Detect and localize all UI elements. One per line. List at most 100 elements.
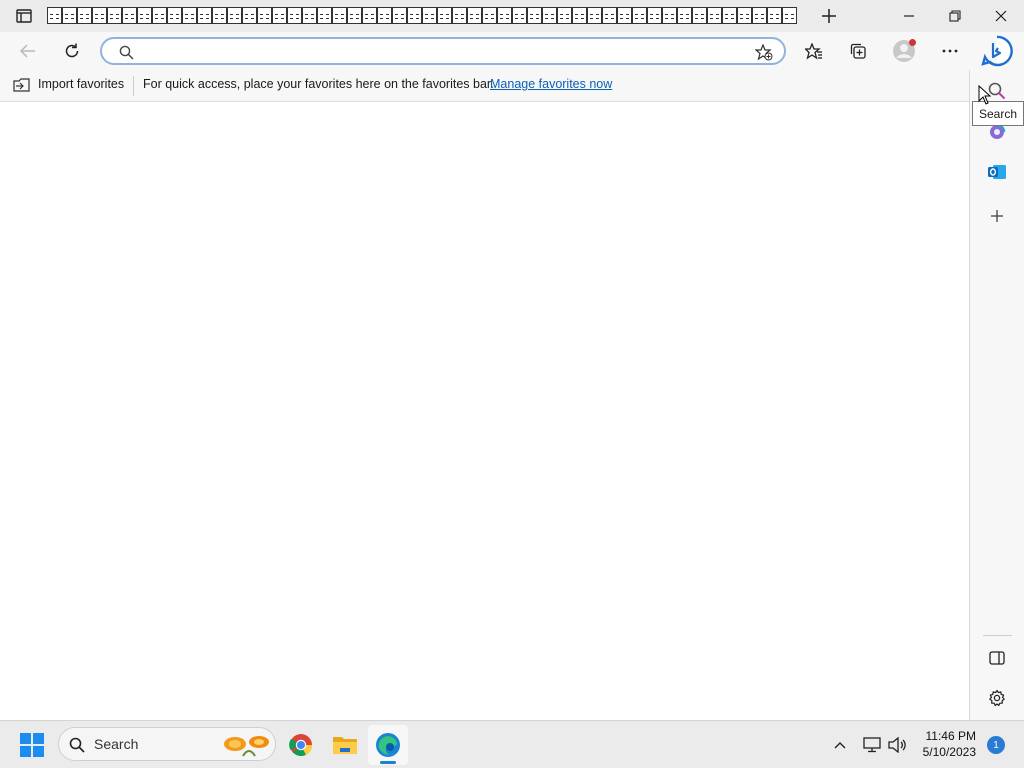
sidebar-divider: [983, 635, 1012, 636]
browser-tab[interactable]: [587, 7, 602, 24]
collections-icon[interactable]: [846, 39, 870, 63]
browser-tab[interactable]: [182, 7, 197, 24]
settings-icon[interactable]: [984, 685, 1010, 711]
edge-sidebar: [969, 70, 1024, 720]
browser-tab[interactable]: [152, 7, 167, 24]
file-explorer-icon[interactable]: [331, 731, 359, 759]
browser-tab[interactable]: [107, 7, 122, 24]
browser-tab[interactable]: [257, 7, 272, 24]
browser-tab[interactable]: [662, 7, 677, 24]
volume-icon[interactable]: [886, 735, 908, 755]
import-favorites-button[interactable]: Import favorites: [38, 77, 124, 91]
browser-tab[interactable]: [407, 7, 422, 24]
browser-tab[interactable]: [197, 7, 212, 24]
browser-tab[interactable]: [527, 7, 542, 24]
title-bar: [0, 0, 1024, 32]
profile-icon[interactable]: [890, 37, 918, 65]
browser-tab[interactable]: [287, 7, 302, 24]
minimize-icon[interactable]: [896, 4, 922, 28]
browser-tab[interactable]: [122, 7, 137, 24]
browser-tab[interactable]: [242, 7, 257, 24]
browser-tab[interactable]: [227, 7, 242, 24]
browser-tab[interactable]: [512, 7, 527, 24]
search-icon: [116, 42, 136, 62]
edge-icon: [374, 731, 402, 759]
browser-tab[interactable]: [737, 7, 752, 24]
add-icon[interactable]: [984, 203, 1010, 229]
favorites-icon[interactable]: [802, 39, 826, 63]
add-favorite-icon[interactable]: [752, 41, 776, 63]
browser-tab[interactable]: [707, 7, 722, 24]
browser-tab[interactable]: [302, 7, 317, 24]
browser-tab[interactable]: [617, 7, 632, 24]
favorites-bar-message: For quick access, place your favorites h…: [143, 77, 494, 91]
browser-tab[interactable]: [392, 7, 407, 24]
browser-tab[interactable]: [137, 7, 152, 24]
back-icon[interactable]: [16, 39, 40, 63]
clock-date[interactable]: 5/10/2023: [912, 745, 976, 759]
taskbar: Search 11:46 PM 5/10/2023 1: [0, 720, 1024, 768]
browser-tab[interactable]: [47, 7, 62, 24]
browser-tab[interactable]: [92, 7, 107, 24]
tab-strip[interactable]: [47, 7, 799, 25]
browser-tab[interactable]: [467, 7, 482, 24]
favorites-bar: Import favorites For quick access, place…: [0, 70, 970, 102]
browser-tab[interactable]: [557, 7, 572, 24]
browser-tab[interactable]: [602, 7, 617, 24]
restore-icon[interactable]: [942, 4, 968, 28]
taskbar-search-icon: [68, 736, 86, 754]
browser-tab[interactable]: [317, 7, 332, 24]
search-highlight-icon: [219, 730, 275, 758]
browser-tab[interactable]: [752, 7, 767, 24]
taskbar-search[interactable]: Search: [58, 727, 276, 761]
browser-tab[interactable]: [167, 7, 182, 24]
browser-tab[interactable]: [497, 7, 512, 24]
bing-chat-icon[interactable]: [980, 34, 1014, 68]
network-icon[interactable]: [862, 735, 882, 755]
browser-tab[interactable]: [377, 7, 392, 24]
browser-tab[interactable]: [422, 7, 437, 24]
navigation-toolbar: [0, 32, 1024, 70]
browser-tab[interactable]: [362, 7, 377, 24]
edge-taskbar-button[interactable]: [368, 725, 408, 765]
browser-tab[interactable]: [677, 7, 692, 24]
browser-tab[interactable]: [647, 7, 662, 24]
chevron-up-icon[interactable]: [830, 735, 850, 755]
mouse-cursor-icon: [978, 84, 992, 105]
browser-tab[interactable]: [782, 7, 797, 24]
browser-tab[interactable]: [437, 7, 452, 24]
browser-tab[interactable]: [452, 7, 467, 24]
browser-tab[interactable]: [542, 7, 557, 24]
hide-sidebar-icon[interactable]: [984, 645, 1010, 671]
refresh-icon[interactable]: [60, 39, 84, 63]
browser-tab[interactable]: [332, 7, 347, 24]
browser-tab[interactable]: [767, 7, 782, 24]
favorites-divider: [133, 76, 134, 96]
tab-actions-icon[interactable]: [12, 6, 36, 26]
active-app-indicator: [380, 761, 396, 764]
import-favorites-icon: [12, 75, 32, 95]
windows-start-icon[interactable]: [18, 732, 46, 758]
notification-badge[interactable]: 1: [987, 736, 1005, 754]
clock-time[interactable]: 11:46 PM: [912, 729, 976, 743]
browser-tab[interactable]: [572, 7, 587, 24]
address-input[interactable]: [142, 42, 742, 60]
manage-favorites-link[interactable]: Manage favorites now: [490, 77, 612, 91]
browser-tab[interactable]: [62, 7, 77, 24]
browser-tab[interactable]: [347, 7, 362, 24]
chrome-icon[interactable]: [287, 731, 315, 759]
browser-tab[interactable]: [482, 7, 497, 24]
browser-tab[interactable]: [272, 7, 287, 24]
browser-tab[interactable]: [722, 7, 737, 24]
browser-tab[interactable]: [77, 7, 92, 24]
close-icon[interactable]: [988, 4, 1014, 28]
outlook-icon[interactable]: [984, 159, 1010, 185]
taskbar-search-label: Search: [94, 736, 139, 752]
page-content[interactable]: [0, 103, 969, 720]
address-bar[interactable]: [100, 37, 786, 65]
browser-tab[interactable]: [632, 7, 647, 24]
browser-tab[interactable]: [212, 7, 227, 24]
browser-tab[interactable]: [692, 7, 707, 24]
new-tab-icon[interactable]: [816, 4, 842, 28]
more-icon[interactable]: [938, 39, 962, 63]
